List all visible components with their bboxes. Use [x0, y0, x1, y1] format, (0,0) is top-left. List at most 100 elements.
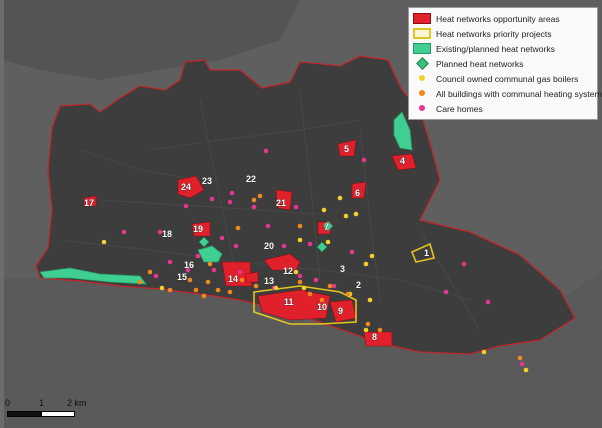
area-label-19: 19 [193, 224, 203, 234]
care-home-marker [209, 196, 215, 202]
area-label-10: 10 [317, 302, 327, 312]
area-label-1: 1 [424, 248, 429, 258]
gas-boiler-marker [325, 239, 331, 245]
communal-heating-marker [297, 223, 303, 229]
care-home-marker [251, 204, 257, 210]
gas-boiler-marker [363, 327, 369, 333]
care-home-marker [297, 273, 303, 279]
care-home-marker [519, 361, 525, 367]
communal-heating-marker [227, 289, 233, 295]
communal-heating-marker [235, 225, 241, 231]
area-label-14: 14 [228, 274, 238, 284]
communal-heating-marker [239, 277, 245, 283]
area-label-16: 16 [184, 260, 194, 270]
legend-item-gas-boilers: Council owned communal gas boilers [413, 71, 593, 86]
legend-item-care-homes: Care homes [413, 101, 593, 116]
care-home-marker [227, 199, 233, 205]
communal-heating-marker [193, 287, 199, 293]
care-home-marker [183, 203, 189, 209]
gas-boiler-marker [321, 207, 327, 213]
gas-boiler-marker [159, 285, 165, 291]
area-label-24: 24 [181, 182, 191, 192]
care-home-marker [461, 261, 467, 267]
yellow-dot-icon [413, 73, 431, 84]
gas-boiler-marker [369, 253, 375, 259]
communal-heating-marker [365, 321, 371, 327]
area-label-4: 4 [400, 156, 405, 166]
legend-label: Existing/planned heat networks [436, 43, 555, 54]
area-label-7: 7 [324, 222, 329, 232]
orange-dot-icon [413, 88, 431, 99]
scale-bar-segment-dark [7, 411, 41, 417]
gas-boiler-marker [301, 285, 307, 291]
communal-heating-marker [215, 287, 221, 293]
legend-label: Council owned communal gas boilers [436, 73, 579, 84]
care-home-marker [265, 223, 271, 229]
care-home-marker [485, 299, 491, 305]
communal-heating-marker [147, 269, 153, 275]
scale-label-0: 0 [5, 398, 11, 408]
area-label-9: 9 [338, 306, 343, 316]
care-home-marker [361, 157, 367, 163]
area-label-17: 17 [84, 198, 94, 208]
care-home-marker [229, 190, 235, 196]
gas-boiler-marker [353, 211, 359, 217]
care-home-marker [237, 269, 243, 275]
legend-item-communal-heating: All buildings with communal heating syst… [413, 86, 602, 101]
communal-heating-marker [207, 261, 213, 267]
gas-boiler-marker [297, 237, 303, 243]
care-home-marker [293, 204, 299, 210]
legend-label: Heat networks priority projects [436, 28, 552, 39]
care-home-marker [307, 241, 313, 247]
scale-bar-segment-light [41, 411, 75, 417]
map-legend: Heat networks opportunity areas Heat net… [408, 7, 602, 120]
care-home-marker [233, 243, 239, 249]
scale-label-1: 1 [39, 398, 45, 408]
area-label-5: 5 [344, 144, 349, 154]
area-label-15: 15 [177, 272, 187, 282]
communal-heating-marker [307, 291, 313, 297]
communal-heating-marker [327, 283, 333, 289]
area-label-3: 3 [340, 264, 345, 274]
gas-boiler-marker [273, 285, 279, 291]
care-home-marker [263, 148, 269, 154]
area-label-13: 13 [264, 276, 274, 286]
care-home-marker [313, 277, 319, 283]
area-label-21: 21 [276, 198, 286, 208]
care-home-marker [281, 243, 287, 249]
communal-heating-marker [201, 293, 207, 299]
scale-label-2: 2 km [67, 398, 87, 408]
area-label-6: 6 [355, 188, 360, 198]
gas-boiler-marker [293, 269, 299, 275]
legend-label: Heat networks opportunity areas [436, 13, 560, 24]
gas-boiler-marker [367, 297, 373, 303]
care-home-marker [211, 267, 217, 273]
legend-item-existing-networks: Existing/planned heat networks [413, 41, 593, 56]
care-home-marker [349, 249, 355, 255]
legend-item-priority-projects: Heat networks priority projects [413, 26, 593, 41]
legend-item-opportunity-areas: Heat networks opportunity areas [413, 11, 593, 26]
care-home-marker [153, 273, 159, 279]
pink-dot-icon [413, 103, 431, 114]
legend-label: Care homes [436, 103, 483, 114]
care-home-marker [443, 289, 449, 295]
care-home-marker [219, 235, 225, 241]
communal-heating-marker [205, 279, 211, 285]
communal-heating-marker [345, 291, 351, 297]
opportunity-area-swatch [413, 13, 431, 24]
area-label-11: 11 [284, 297, 294, 307]
legend-label: All buildings with communal heating syst… [436, 88, 602, 99]
gas-boiler-marker [523, 367, 529, 373]
care-home-marker [167, 259, 173, 265]
scale-bar: 0 1 2 km [5, 398, 105, 422]
gas-boiler-marker [363, 261, 369, 267]
heat-network-swatch [413, 43, 431, 54]
communal-heating-marker [137, 279, 143, 285]
area-label-8: 8 [372, 332, 377, 342]
area-label-12: 12 [283, 266, 293, 276]
care-home-marker [195, 253, 201, 259]
area-label-20: 20 [264, 241, 274, 251]
legend-item-planned-networks: Planned heat networks [413, 56, 593, 71]
communal-heating-marker [251, 197, 257, 203]
communal-heating-marker [257, 193, 263, 199]
